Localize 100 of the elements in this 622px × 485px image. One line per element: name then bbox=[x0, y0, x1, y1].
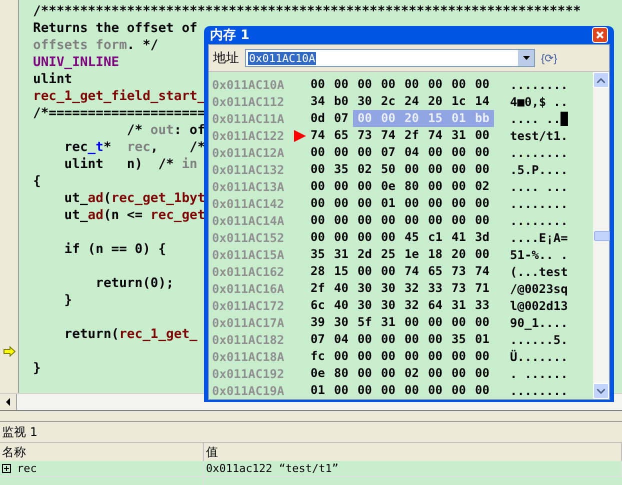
column-header[interactable]: 名称 bbox=[0, 443, 204, 462]
byte-value: 00 bbox=[333, 229, 350, 246]
byte-value: 00 bbox=[427, 212, 444, 229]
byte-value: 65 bbox=[333, 127, 350, 144]
byte-value: 00 bbox=[450, 161, 467, 178]
byte-value: 01 bbox=[310, 382, 326, 399]
ascii-text: ......5. bbox=[510, 332, 568, 346]
byte-value: 00 bbox=[380, 331, 396, 348]
byte-value: 00 bbox=[474, 314, 490, 331]
byte-value: 74 bbox=[380, 127, 396, 144]
scroll-left-button[interactable] bbox=[0, 394, 17, 410]
dropdown-button[interactable] bbox=[518, 50, 534, 66]
memory-address: 0x011AC192 bbox=[212, 366, 286, 380]
close-button[interactable] bbox=[592, 27, 608, 43]
byte-value: 74 bbox=[310, 127, 326, 144]
byte-value: 00 bbox=[474, 161, 490, 178]
byte-value: 00 bbox=[404, 382, 420, 399]
refresh-button[interactable]: {⟳} bbox=[541, 52, 558, 64]
code-line: Returns the offset of bbox=[33, 21, 198, 36]
byte-value: 33 bbox=[427, 280, 444, 297]
byte-value: 00 bbox=[404, 348, 420, 365]
byte-value: 00 bbox=[450, 382, 467, 399]
code-line: /********************************************************************* bbox=[33, 4, 581, 19]
scroll-thumb[interactable] bbox=[594, 230, 610, 240]
byte-value: 73 bbox=[450, 263, 467, 280]
variable-name: rec bbox=[17, 462, 37, 475]
ascii-text: Ü....... bbox=[510, 350, 568, 364]
byte-value: 00 bbox=[427, 178, 444, 195]
byte-value: 33 bbox=[474, 297, 490, 314]
byte-value: 73 bbox=[450, 280, 467, 297]
ascii-text: ........ bbox=[510, 214, 568, 228]
memory-address: 0x011AC112 bbox=[212, 94, 286, 108]
ascii-text: 90_1.... bbox=[510, 316, 568, 330]
address-label: 地址 bbox=[213, 50, 239, 67]
byte-value: 30 bbox=[356, 93, 373, 110]
byte-value: 00 bbox=[356, 348, 373, 365]
byte-value: 00 bbox=[427, 144, 444, 161]
code-line: ulint n) /* in bbox=[63, 157, 198, 172]
variable-value: 0x011ac122 “test/t1” bbox=[206, 462, 338, 475]
byte-value: 65 bbox=[427, 263, 444, 280]
byte-value: 35 bbox=[333, 161, 350, 178]
caret-icon bbox=[522, 56, 530, 60]
byte-value: 00 bbox=[380, 348, 396, 365]
window-title: 内存 1 bbox=[210, 27, 250, 44]
byte-value: 00 bbox=[427, 382, 444, 399]
byte-value: 20 bbox=[427, 93, 444, 110]
ascii-text: ........ bbox=[510, 78, 568, 92]
expand-icon[interactable] bbox=[2, 464, 11, 473]
byte-value: 30 bbox=[356, 297, 373, 314]
byte-value: 00 bbox=[376, 110, 400, 127]
memory-address: 0x011AC162 bbox=[212, 264, 286, 278]
byte-value: 30 bbox=[380, 297, 396, 314]
byte-value: 00 bbox=[404, 212, 420, 229]
memory-address: 0x011AC132 bbox=[212, 162, 286, 176]
byte-value: 15 bbox=[333, 263, 350, 280]
byte-value: 00 bbox=[450, 178, 467, 195]
byte-value: 2f bbox=[310, 280, 326, 297]
byte-value: 00 bbox=[404, 76, 420, 93]
byte-value: 00 bbox=[474, 212, 490, 229]
scroll-up-button[interactable] bbox=[593, 72, 609, 88]
byte-value: 45 bbox=[404, 229, 420, 246]
ascii-text: 4■0,$ .. bbox=[510, 94, 568, 108]
byte-value: 00 bbox=[474, 348, 490, 365]
byte-value: 02 bbox=[356, 161, 373, 178]
byte-value: 01 bbox=[380, 195, 396, 212]
ascii-text: .... ..█ bbox=[510, 112, 568, 126]
byte-value: 71 bbox=[474, 280, 490, 297]
byte-value: 0e bbox=[310, 365, 326, 382]
scroll-down-button[interactable] bbox=[593, 383, 609, 399]
byte-value: 3d bbox=[474, 229, 490, 246]
code-line: if (n == 0) { bbox=[63, 242, 166, 257]
byte-value: b0 bbox=[333, 93, 350, 110]
byte-value: 00 bbox=[310, 178, 326, 195]
byte-value: 00 bbox=[356, 76, 373, 93]
column-header[interactable]: 值 bbox=[204, 443, 622, 462]
code-line: /* out: of bbox=[126, 123, 206, 138]
byte-value: 30 bbox=[356, 280, 373, 297]
byte-value: 40 bbox=[333, 297, 350, 314]
byte-value: 00 bbox=[333, 212, 350, 229]
byte-value: 00 bbox=[380, 382, 396, 399]
code-line: { bbox=[33, 174, 41, 189]
byte-value: 80 bbox=[404, 178, 420, 195]
address-field[interactable]: 0x011AC10A bbox=[245, 49, 535, 67]
byte-value: 18 bbox=[427, 246, 444, 263]
byte-value: 00 bbox=[450, 144, 467, 161]
byte-value: 30 bbox=[380, 280, 396, 297]
byte-value: 00 bbox=[474, 246, 490, 263]
byte-value: 00 bbox=[310, 76, 326, 93]
byte-value: 32 bbox=[404, 280, 420, 297]
byte-value: 00 bbox=[380, 365, 396, 382]
code-line: offsets form. */ bbox=[33, 38, 158, 53]
byte-value: 50 bbox=[380, 161, 396, 178]
byte-value: 31 bbox=[333, 246, 350, 263]
code-line: ulint bbox=[33, 72, 72, 87]
code-line: rec_1_get_field_start_ bbox=[33, 89, 206, 104]
memory-address: 0x011AC10A bbox=[212, 78, 286, 92]
ascii-text: . ...... bbox=[510, 366, 568, 380]
byte-value: 00 bbox=[450, 365, 467, 382]
byte-value: 6c bbox=[310, 297, 326, 314]
byte-value: 00 bbox=[356, 178, 373, 195]
